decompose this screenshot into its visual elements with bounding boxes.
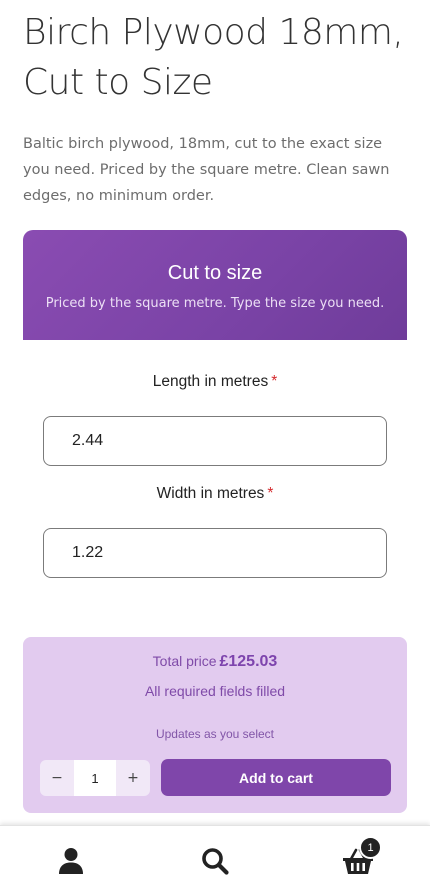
search-icon: [202, 848, 229, 875]
cart-count-badge: 1: [359, 836, 382, 859]
cart-button[interactable]: 1: [341, 836, 382, 878]
configurator-header: Cut to size Priced by the square metre. …: [23, 230, 407, 340]
total-price-label: Total price: [152, 653, 217, 669]
width-label: Width in metres *: [23, 485, 407, 503]
required-mark: *: [271, 373, 278, 390]
increment-button[interactable]: +: [116, 760, 150, 796]
total-price-value: £125.03: [219, 653, 278, 670]
account-button[interactable]: [54, 844, 88, 878]
account-icon: [59, 848, 83, 874]
bottom-nav-bar: 1: [0, 825, 430, 895]
product-description: Baltic birch plywood, 18mm, cut to the e…: [23, 136, 390, 204]
length-label-text: Length in metres: [152, 373, 269, 390]
configurator-subtitle: Priced by the square metre. Type the siz…: [45, 296, 385, 311]
length-label: Length in metres *: [23, 373, 407, 391]
add-to-cart-button[interactable]: Add to cart: [161, 759, 391, 796]
updates-note: Updates as you select: [155, 727, 275, 741]
quantity-input[interactable]: 1: [74, 760, 116, 796]
width-label-text: Width in metres: [156, 485, 265, 502]
required-mark: *: [267, 485, 274, 502]
width-input[interactable]: [43, 528, 387, 578]
search-button[interactable]: [198, 844, 232, 878]
total-price-line: Total price £125.03: [23, 653, 407, 671]
configurator-title: Cut to size: [167, 262, 263, 284]
product-title: Birch Plywood 18mm, Cut to Size: [23, 12, 404, 103]
fields-status: All required fields filled: [144, 683, 286, 699]
price-summary: Total price £125.03 All required fields f…: [23, 637, 407, 813]
decrement-button[interactable]: −: [40, 760, 74, 796]
length-input[interactable]: [43, 416, 387, 466]
quantity-stepper: − 1 +: [40, 760, 150, 796]
